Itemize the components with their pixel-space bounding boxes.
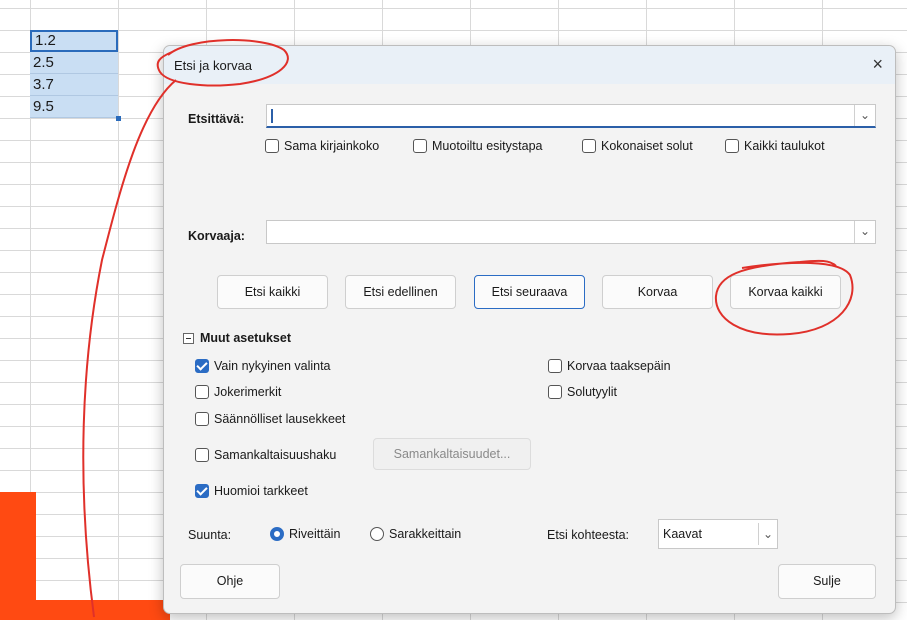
checkbox[interactable] [195, 448, 209, 462]
option-label: Kokonaiset solut [601, 139, 693, 153]
radio-selected[interactable] [270, 527, 284, 541]
search-in-value: Kaavat [663, 527, 702, 541]
replace-button[interactable]: Korvaa [602, 275, 713, 309]
option-label: Sama kirjainkoko [284, 139, 380, 153]
radio[interactable] [370, 527, 384, 541]
direction-label: Suunta: [188, 528, 232, 542]
similarities-button[interactable]: Samankaltaisuudet... [373, 438, 531, 470]
option-all-sheets[interactable]: Kaikki taulukot [725, 139, 825, 153]
dialog-title: Etsi ja korvaa [174, 58, 253, 73]
option-formatted-display[interactable]: Muotoiltu esitystapa [413, 139, 542, 153]
option-label: Jokerimerkit [214, 385, 282, 399]
checkbox[interactable] [582, 139, 596, 153]
find-all-button[interactable]: Etsi kaikki [217, 275, 328, 309]
chevron-down-icon[interactable]: ⌄ [758, 523, 777, 545]
cell[interactable]: 3.7 [30, 74, 118, 96]
option-match-case[interactable]: Sama kirjainkoko [265, 139, 379, 153]
direction-columns-radio[interactable]: Sarakkeittain [370, 527, 461, 541]
close-button[interactable]: Sulje [778, 564, 876, 599]
collapse-icon[interactable] [183, 332, 194, 344]
search-label: Etsittävä: [188, 112, 245, 126]
direction-rows-radio[interactable]: Riveittäin [270, 527, 340, 541]
checkbox-checked[interactable] [195, 484, 209, 498]
find-previous-button[interactable]: Etsi edellinen [345, 275, 456, 309]
checkbox[interactable] [195, 412, 209, 426]
more-options-header: Muut asetukset [200, 331, 291, 345]
radio-label: Sarakkeittain [389, 527, 462, 541]
help-button[interactable]: Ohje [180, 564, 280, 599]
option-entire-cells[interactable]: Kokonaiset solut [582, 139, 693, 153]
option-cell-styles[interactable]: Solutyylit [548, 385, 617, 399]
option-label: Samankaltaisuushaku [214, 448, 337, 462]
option-label: Muotoiltu esitystapa [432, 139, 543, 153]
replace-input[interactable]: ⌄ [266, 220, 876, 244]
option-regex[interactable]: Säännölliset lausekkeet [195, 412, 345, 426]
cell[interactable]: 2.5 [30, 52, 118, 74]
option-label: Korvaa taaksepäin [567, 359, 671, 373]
checkbox[interactable] [195, 385, 209, 399]
find-replace-dialog: Etsi ja korvaa × Etsittävä: ⌄ Sama kirja… [163, 45, 896, 614]
chevron-down-icon[interactable]: ⌄ [854, 221, 875, 243]
replace-label: Korvaaja: [188, 229, 245, 243]
search-in-label: Etsi kohteesta: [547, 528, 629, 542]
search-input[interactable]: ⌄ [266, 104, 876, 128]
text-caret [271, 109, 273, 123]
close-icon[interactable]: × [872, 54, 883, 75]
radio-label: Riveittäin [289, 527, 341, 541]
option-current-selection[interactable]: Vain nykyinen valinta [195, 359, 331, 373]
chart-shape [0, 600, 170, 620]
search-in-select[interactable]: Kaavat ⌄ [658, 519, 778, 549]
fill-handle[interactable] [116, 116, 121, 121]
option-diacritics[interactable]: Huomioi tarkkeet [195, 484, 308, 498]
option-label: Huomioi tarkkeet [214, 484, 308, 498]
checkbox[interactable] [265, 139, 279, 153]
option-label: Solutyylit [567, 385, 618, 399]
option-replace-backwards[interactable]: Korvaa taaksepäin [548, 359, 671, 373]
option-label: Säännölliset lausekkeet [214, 412, 346, 426]
checkbox[interactable] [413, 139, 427, 153]
cell[interactable]: 9.5 [30, 96, 118, 118]
option-similarity[interactable]: Samankaltaisuushaku [195, 448, 336, 462]
find-next-button[interactable]: Etsi seuraava [474, 275, 585, 309]
cell[interactable]: 1.2 [30, 30, 118, 52]
option-wildcards[interactable]: Jokerimerkit [195, 385, 281, 399]
checkbox[interactable] [725, 139, 739, 153]
replace-all-button[interactable]: Korvaa kaikki [730, 275, 841, 309]
selected-cell-range[interactable]: 1.2 2.5 3.7 9.5 [30, 30, 121, 121]
checkbox-checked[interactable] [195, 359, 209, 373]
more-options-toggle[interactable]: Muut asetukset [183, 331, 291, 345]
dialog-titlebar: Etsi ja korvaa × [164, 46, 895, 84]
option-label: Vain nykyinen valinta [214, 359, 331, 373]
checkbox[interactable] [548, 359, 562, 373]
option-label: Kaikki taulukot [744, 139, 825, 153]
checkbox[interactable] [548, 385, 562, 399]
chevron-down-icon[interactable]: ⌄ [854, 105, 875, 126]
